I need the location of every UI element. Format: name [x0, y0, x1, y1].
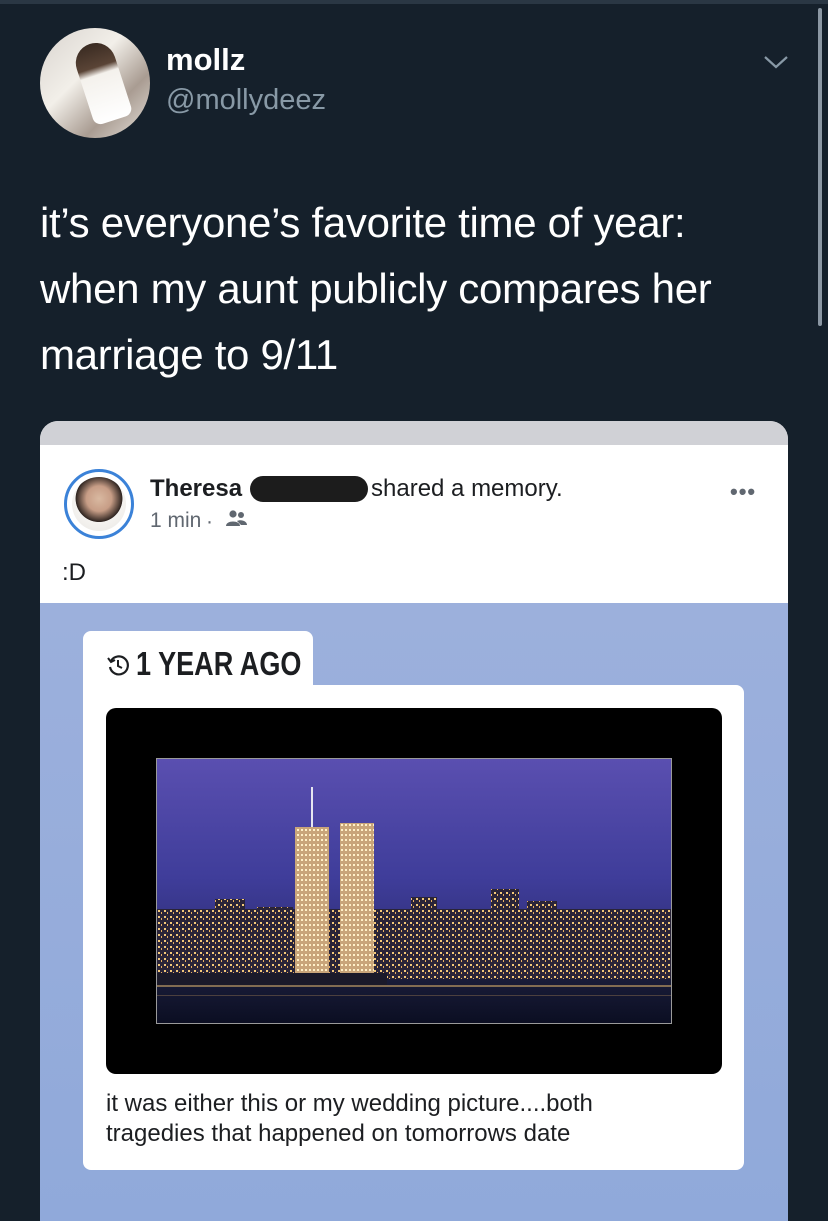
- avatar[interactable]: [40, 28, 150, 138]
- memory-label: 1 YEAR AGO: [136, 645, 302, 682]
- friends-icon: [226, 510, 247, 526]
- scrollbar[interactable]: [818, 8, 822, 326]
- memory-caption: it was either this or my wedding picture…: [106, 1089, 706, 1149]
- post-time: 1 min: [150, 509, 202, 532]
- chevron-down-icon[interactable]: [762, 52, 790, 72]
- tweet-text-line: marriage to 9/11: [40, 331, 338, 378]
- skyline-photo: [156, 758, 672, 1024]
- post-text: :D: [62, 559, 86, 586]
- post-author-avatar: [64, 469, 134, 539]
- post-action-text: shared a memory.: [371, 475, 563, 502]
- tweet-text-line: it’s everyone’s favorite time of year:: [40, 199, 686, 246]
- post-author-name: Theresa: [150, 475, 243, 502]
- post-separator: ·: [206, 510, 213, 533]
- caption-line: it was either this or my wedding picture…: [106, 1090, 593, 1117]
- caption-line: tragedies that happened on tomorrows dat…: [106, 1120, 571, 1147]
- top-divider: [0, 0, 828, 4]
- screenshot-top-bar: [40, 421, 788, 445]
- display-name[interactable]: mollz: [166, 42, 245, 78]
- redaction-bar: [250, 476, 368, 502]
- clock-history-icon: [107, 655, 129, 676]
- more-options-icon: •••: [730, 479, 757, 504]
- tweet-text: it’s everyone’s favorite time of year: w…: [40, 190, 800, 388]
- user-handle[interactable]: @mollydeez: [166, 84, 326, 117]
- attached-image[interactable]: Theresa shared a memory. 1 min · ••• :D …: [40, 421, 788, 1221]
- tweet-text-line: when my aunt publicly compares her: [40, 265, 712, 312]
